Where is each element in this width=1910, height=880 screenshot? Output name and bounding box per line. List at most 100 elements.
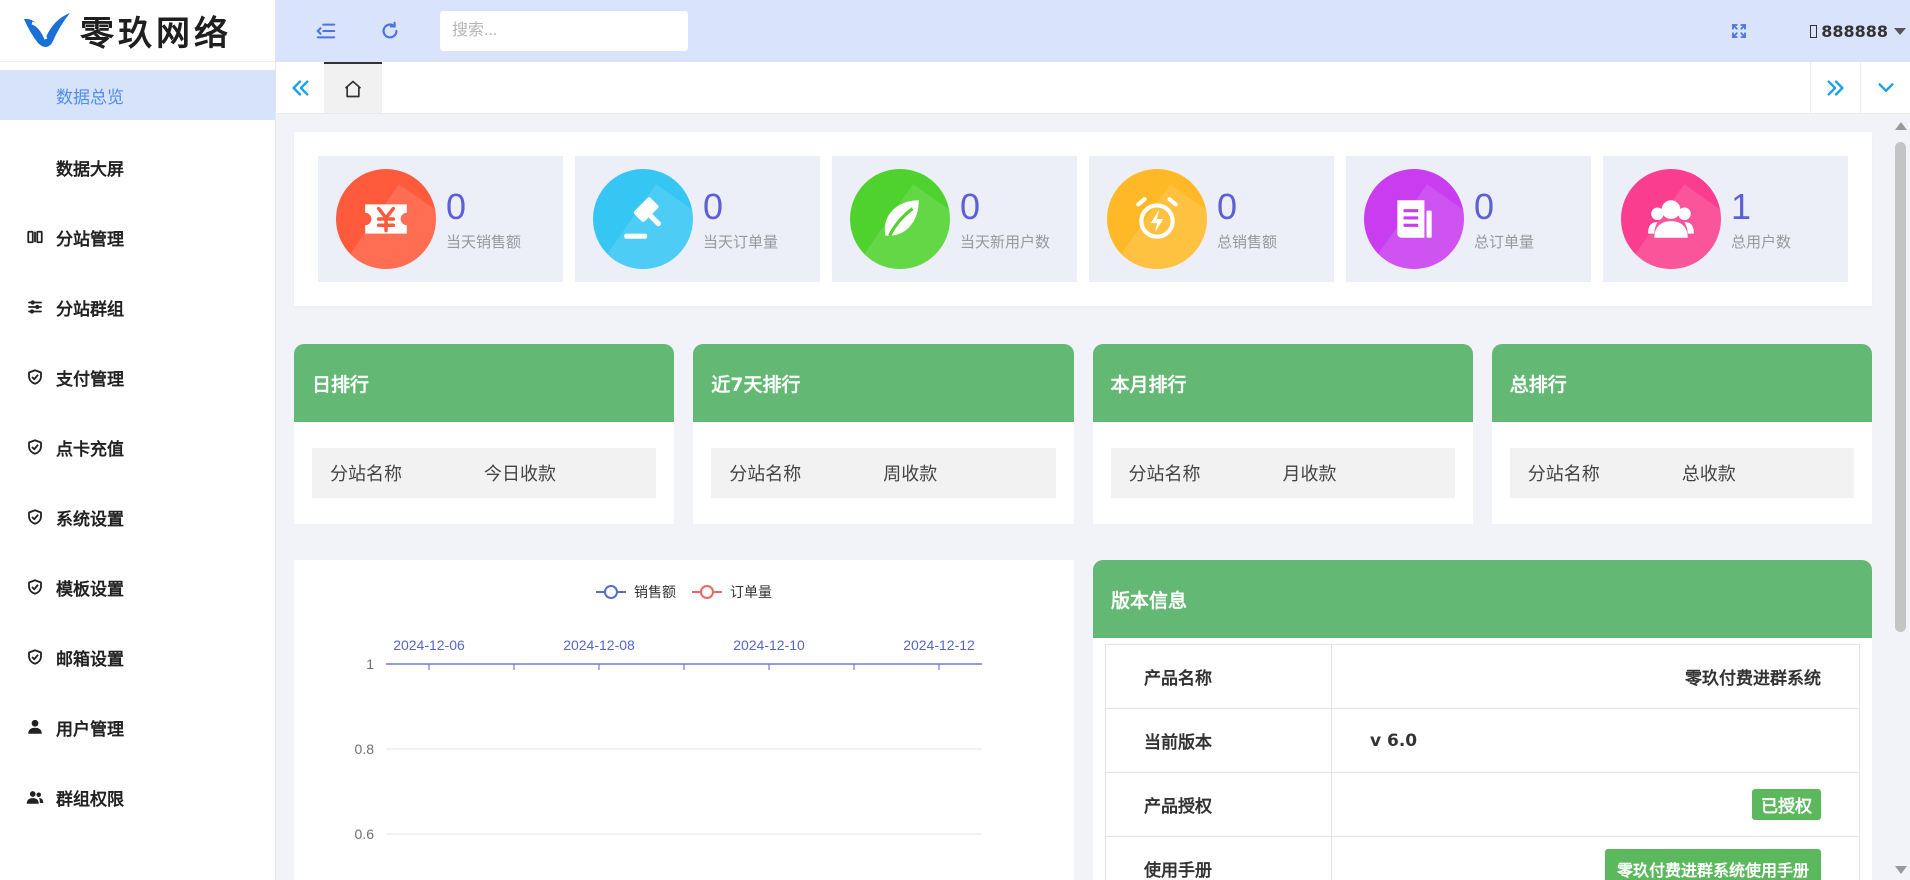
stat-icon-circle (336, 169, 436, 269)
menu-toggle-button[interactable] (312, 17, 340, 45)
ranking-table-header: 分站名称 周收款 (711, 448, 1056, 498)
sidebar-item-label: 支付管理 (56, 369, 124, 390)
stat-label: 当天新用户数 (960, 232, 1051, 251)
user-manual-button[interactable]: 零玖付费进群系统使用手册 (1604, 848, 1821, 880)
stat-icon-circle (1621, 169, 1721, 269)
stat-card: 0 总订单量 (1346, 156, 1591, 282)
stat-label: 总订单量 (1474, 232, 1535, 251)
username: 888888 (1821, 21, 1888, 41)
stat-value: 0 (703, 185, 724, 227)
sidebar: 零玖网络 数据总览 数据大屏 分站管理 分站群组 支付管理 点卡充值 系统设置 模板设置 邮箱设… (0, 0, 276, 880)
ranking-col-name: 分站名称 (729, 464, 802, 485)
ranking-table-header: 分站名称 总收款 (1509, 448, 1854, 498)
tabs-menu-button[interactable] (1860, 62, 1910, 113)
stat-card: 0 当天销售额 (318, 156, 563, 282)
sliders-icon (24, 296, 46, 318)
stat-card: 0 当天订单量 (575, 156, 820, 282)
sidebar-item-label: 模板设置 (56, 579, 124, 600)
stat-label: 总用户数 (1731, 232, 1792, 251)
legend-label: 销售额 (634, 584, 676, 600)
version-info-card: 版本信息 产品名称 零玖付费进群系统 当前版本 v 6.0 产品授权 已授权 使… (1093, 560, 1872, 880)
stat-icon-circle (1107, 169, 1207, 269)
tab-home[interactable] (324, 62, 382, 113)
sidebar-item[interactable]: 数据总览 (0, 70, 275, 120)
user-icon (1810, 24, 1818, 38)
gavel-icon (618, 194, 668, 244)
y-tick-label: 0.6 (355, 826, 375, 842)
stat-value: 0 (446, 185, 467, 227)
stat-icon-circle (850, 169, 950, 269)
sidebar-item-label: 数据大屏 (56, 159, 124, 180)
double-chevron-right-icon (1826, 79, 1844, 96)
sidebar-item[interactable]: 分站管理 (0, 212, 275, 262)
version-info-title: 版本信息 (1093, 560, 1872, 638)
version-key: 产品授权 (1106, 773, 1332, 836)
scroll-down-icon[interactable] (1895, 866, 1907, 874)
ranking-title: 日排行 (294, 344, 675, 422)
brand-logo-icon (24, 12, 70, 47)
sidebar-item[interactable]: 数据大屏 (0, 142, 275, 192)
ranking-title: 本月排行 (1092, 344, 1473, 422)
tabs-scroll-left-button[interactable] (276, 62, 324, 113)
ranking-title: 近7天排行 (693, 344, 1074, 422)
search-input[interactable] (440, 11, 688, 51)
product-name-value: 零玖付费进群系统 (1685, 669, 1821, 689)
stat-label: 总销售额 (1217, 232, 1278, 251)
sidebar-item-label: 分站管理 (56, 229, 124, 250)
sales-chart: 销售额 订单量 1 0.8 0.6 2024-12-06 2024-12-08 2024-12… (355, 584, 982, 842)
version-info-table: 产品名称 零玖付费进群系统 当前版本 v 6.0 产品授权 已授权 使用手册 零… (1105, 644, 1860, 880)
sidebar-item[interactable]: 支付管理 (0, 352, 275, 402)
refresh-button[interactable] (376, 17, 404, 45)
ranking-card: 总排行分站名称 总收款 (1491, 344, 1872, 524)
ranking-table-header: 分站名称 月收款 (1110, 448, 1455, 498)
sidebar-item[interactable]: 模板设置 (0, 562, 275, 612)
ranking-col-name: 分站名称 (1128, 464, 1201, 485)
current-version-value: v 6.0 (1370, 730, 1418, 751)
leaf-icon (875, 194, 925, 244)
version-row-license: 产品授权 已授权 (1106, 773, 1859, 837)
sidebar-item[interactable]: 点卡充值 (0, 422, 275, 472)
fullscreen-button[interactable] (1724, 16, 1754, 46)
page-scrollbar[interactable] (1890, 114, 1910, 880)
ranking-card: 本月排行分站名称 月收款 (1092, 344, 1473, 524)
stat-value: 0 (1474, 185, 1495, 227)
scroll-up-icon[interactable] (1895, 122, 1907, 130)
version-row-current-version: 当前版本 v 6.0 (1106, 709, 1859, 773)
stat-label: 当天订单量 (703, 232, 779, 251)
tab-bar (276, 62, 1910, 114)
stat-value: 0 (960, 185, 981, 227)
stat-card: 0 总销售额 (1089, 156, 1334, 282)
double-chevron-left-icon (292, 79, 309, 96)
shield-check-icon (24, 436, 46, 458)
stat-card: 0 当天新用户数 (832, 156, 1077, 282)
alarm-clock-icon (1132, 194, 1182, 244)
ranking-col-amount: 周收款 (883, 464, 938, 485)
stat-icon-circle (1364, 169, 1464, 269)
ranking-col-name: 分站名称 (330, 464, 402, 485)
x-tick-label: 2024-12-08 (563, 637, 635, 653)
ranking-title: 总排行 (1491, 344, 1872, 422)
user-menu[interactable]: 888888 (1810, 22, 1906, 41)
stat-icon-circle (593, 169, 693, 269)
ranking-card: 日排行分站名称 今日收款 (294, 344, 675, 524)
sidebar-item[interactable]: 分站群组 (0, 282, 275, 332)
shield-check-icon (24, 576, 46, 598)
sidebar-item[interactable]: 邮箱设置 (0, 632, 275, 682)
sidebar-item[interactable]: 群组权限 (0, 772, 275, 822)
version-key: 产品名称 (1106, 645, 1332, 708)
users-icon (24, 786, 46, 808)
ranking-col-amount: 月收款 (1282, 464, 1337, 485)
stat-value: 1 (1731, 185, 1752, 227)
sidebar-item[interactable]: 用户管理 (0, 702, 275, 752)
tabs-scroll-right-button[interactable] (1810, 62, 1860, 113)
ranking-col-amount: 今日收款 (484, 464, 556, 485)
sidebar-item-label: 邮箱设置 (56, 649, 124, 670)
scrollbar-thumb[interactable] (1895, 142, 1906, 632)
sidebar-nav: 数据总览数据大屏分站管理分站群组支付管理点卡充值系统设置模板设置邮箱设置用户管理… (0, 62, 275, 822)
license-status-badge: 已授权 (1752, 789, 1821, 820)
sidebar-item-label: 数据总览 (56, 87, 124, 108)
users-icon (1646, 194, 1696, 244)
refresh-icon (382, 21, 398, 39)
sidebar-item[interactable]: 系统设置 (0, 492, 275, 542)
user-icon (24, 716, 46, 738)
